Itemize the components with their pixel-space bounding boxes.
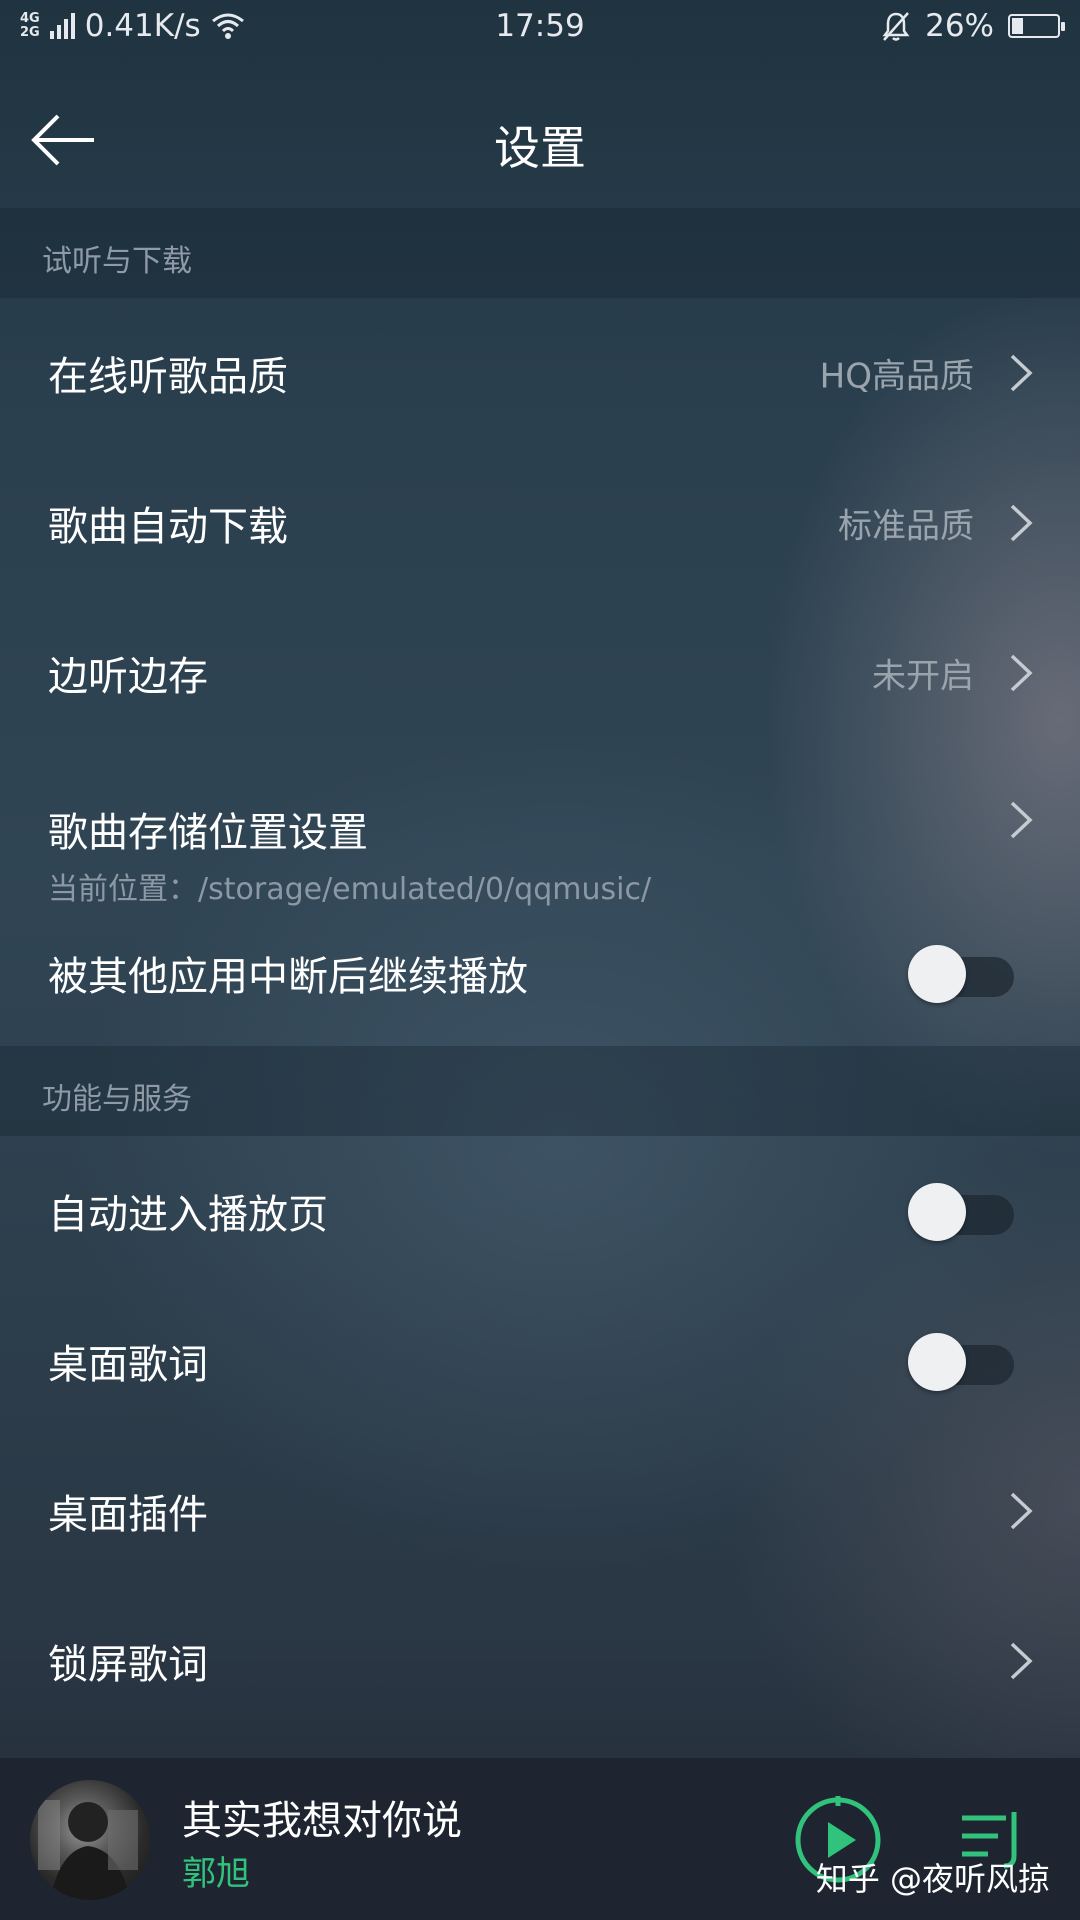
row-cache-while-listening[interactable]: 边听边存 未开启 [0,598,1080,748]
watermark: 知乎 @夜听风掠 [815,1860,1050,1898]
battery-icon [1008,14,1065,38]
bell-muted-icon [882,12,910,41]
section-header-features-services: 功能与服务 [0,1046,1080,1136]
toggle-switch[interactable] [908,1333,1014,1391]
album-photo-icon [38,1800,138,1900]
album-art[interactable] [30,1780,150,1900]
battery-fill [1012,18,1024,34]
row-label: 边听边存 [48,654,208,700]
row-storage-location[interactable]: 歌曲存储位置设置 当前位置：/storage/emulated/0/qqmusi… [0,748,1080,907]
toggle-knob [908,1183,966,1241]
row-value: HQ高品质 [819,356,974,397]
toggle-switch[interactable] [908,1183,1014,1241]
row-desktop-lyrics: 桌面歌词 [0,1286,1080,1436]
row-label: 被其他应用中断后继续播放 [48,954,528,1000]
row-auto-enter-player: 自动进入播放页 [0,1136,1080,1286]
row-lockscreen-lyrics[interactable]: 锁屏歌词 [0,1586,1080,1736]
section-title: 功能与服务 [42,1082,192,1117]
section-header-listen-download: 试听与下载 [0,208,1080,298]
row-resume-after-interrupt: 被其他应用中断后继续播放 [0,898,1080,1048]
song-artist[interactable]: 郭旭 [182,1846,250,1895]
row-auto-download[interactable]: 歌曲自动下载 标准品质 [0,448,1080,598]
battery-percent: 26% [925,8,994,44]
chevron-right-icon [1010,354,1033,392]
status-bar: 4G 2G 0.41K/s 17:59 26% [0,0,1080,60]
toggle-knob [908,945,966,1003]
chevron-right-icon [1010,504,1033,542]
section-title: 试听与下载 [42,244,192,279]
row-label: 在线听歌品质 [48,354,288,400]
row-desktop-widget[interactable]: 桌面插件 [0,1436,1080,1586]
row-label: 锁屏歌词 [48,1642,208,1688]
row-value: 标准品质 [838,506,974,547]
row-label: 歌曲存储位置设置 [48,810,368,856]
page-title: 设置 [494,121,586,175]
chevron-right-icon [1010,1492,1033,1530]
row-value: 未开启 [872,656,974,697]
row-label: 桌面歌词 [48,1342,208,1388]
row-label: 歌曲自动下载 [48,504,288,550]
mini-player: 其实我想对你说 郭旭 知乎 @夜听风掠 [0,1758,1080,1920]
toggle-knob [908,1333,966,1391]
row-online-quality[interactable]: 在线听歌品质 HQ高品质 [0,298,1080,448]
toggle-switch[interactable] [908,945,1014,1003]
song-title[interactable]: 其实我想对你说 [182,1788,462,1846]
row-label: 桌面插件 [48,1492,208,1538]
chevron-right-icon [1010,801,1033,839]
status-right: 26% [881,8,1065,44]
chevron-right-icon [1010,1642,1033,1680]
row-label: 自动进入播放页 [48,1192,328,1238]
chevron-right-icon [1010,654,1033,692]
header: 设置 [0,80,1080,200]
